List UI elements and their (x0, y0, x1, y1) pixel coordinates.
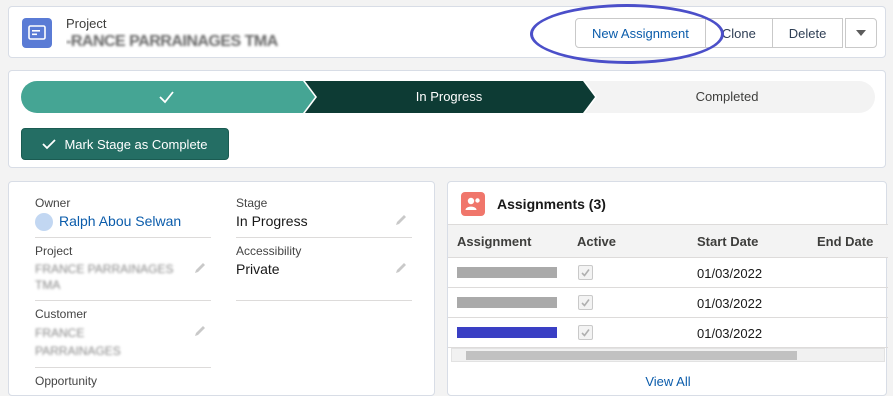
active-checkbox (578, 325, 593, 340)
start-date-cell: 01/03/2022 (697, 266, 763, 281)
assignments-related-list: Assignments (3) Assignment Active Start … (447, 181, 888, 396)
divider (35, 367, 211, 368)
path-step-label-completed[interactable]: Completed (595, 89, 859, 104)
field-customer: Customer FRANCE PARRAINAGES (35, 307, 211, 360)
col-start-date[interactable]: Start Date (697, 234, 758, 249)
assignment-name-link[interactable] (457, 267, 557, 278)
stage-label: Stage (236, 196, 268, 210)
stage-path: In Progress Completed (21, 81, 875, 113)
chevron-down-icon (856, 30, 867, 36)
owner-value-row: Ralph Abou Selwan (35, 213, 211, 232)
project-icon (22, 18, 52, 48)
divider (236, 300, 412, 301)
object-type-label: Project (66, 16, 107, 31)
accessibility-value: Private (236, 261, 280, 277)
divider (35, 237, 211, 238)
edit-accessibility-pencil-icon[interactable] (394, 261, 408, 275)
path-step-label-current[interactable]: In Progress (315, 89, 583, 104)
mark-stage-complete-label: Mark Stage as Complete (64, 136, 208, 152)
assignment-name-link[interactable] (457, 327, 557, 338)
record-title: -RANCE PARRAINAGES TMA (66, 33, 311, 51)
table-row: 01/03/2022 (448, 318, 888, 348)
divider (236, 237, 412, 238)
accessibility-label: Accessibility (236, 244, 302, 258)
start-date-cell: 01/03/2022 (697, 326, 763, 341)
assignments-icon (461, 192, 485, 216)
field-owner: Owner Ralph Abou Selwan (35, 196, 211, 232)
start-date-cell: 01/03/2022 (697, 296, 763, 311)
stage-value: In Progress (236, 213, 308, 229)
customer-value[interactable]: FRANCE PARRAINAGES (35, 324, 145, 360)
record-title-text: -RANCE PARRAINAGES TMA (66, 33, 278, 50)
opportunity-label: Opportunity (35, 374, 98, 388)
project-label: Project (35, 244, 73, 258)
details-panel: Owner Ralph Abou Selwan Stage In Progres… (8, 181, 435, 396)
clone-button[interactable]: Clone (704, 18, 773, 48)
assignment-name-link[interactable] (457, 297, 557, 308)
col-end-date[interactable]: End Date (817, 234, 873, 249)
edit-customer-pencil-icon[interactable] (193, 324, 207, 338)
field-accessibility: Accessibility Private (236, 244, 412, 277)
table-header: Assignment Active Start Date End Date (448, 224, 888, 258)
mark-stage-complete-button[interactable]: Mark Stage as Complete (21, 128, 229, 160)
divider (35, 300, 211, 301)
delete-button[interactable]: Delete (771, 18, 844, 48)
project-value: FRANCE PARRAINAGES TMA (35, 262, 174, 292)
edit-project-pencil-icon[interactable] (193, 261, 207, 275)
path-card: In Progress Completed Mark Stage as Comp… (8, 70, 886, 168)
new-assignment-button[interactable]: New Assignment (575, 18, 706, 48)
active-checkbox (578, 295, 593, 310)
col-active[interactable]: Active (577, 234, 616, 249)
header-actions: New Assignment Clone Delete (575, 18, 878, 48)
owner-label: Owner (35, 196, 71, 210)
view-all-link[interactable]: View All (448, 374, 888, 389)
scrollbar-thumb[interactable] (466, 351, 797, 360)
field-project: Project FRANCE PARRAINAGES TMA (35, 244, 211, 293)
table-row: 01/03/2022 (448, 288, 888, 318)
customer-label: Customer (35, 307, 88, 321)
owner-link[interactable]: Ralph Abou Selwan (59, 213, 181, 229)
edit-stage-pencil-icon[interactable] (394, 213, 408, 227)
field-stage: Stage In Progress (236, 196, 412, 229)
record-header: Project -RANCE PARRAINAGES TMA New Assig… (8, 6, 886, 58)
avatar (35, 213, 53, 232)
horizontal-scrollbar[interactable] (451, 348, 885, 362)
assignments-title[interactable]: Assignments (3) (497, 196, 606, 212)
more-actions-button[interactable] (845, 18, 878, 48)
field-opportunity: Opportunity (35, 374, 211, 388)
table-row: 01/03/2022 (448, 258, 888, 288)
col-assignment[interactable]: Assignment (457, 234, 531, 249)
check-icon (42, 139, 57, 150)
active-checkbox (578, 265, 593, 280)
